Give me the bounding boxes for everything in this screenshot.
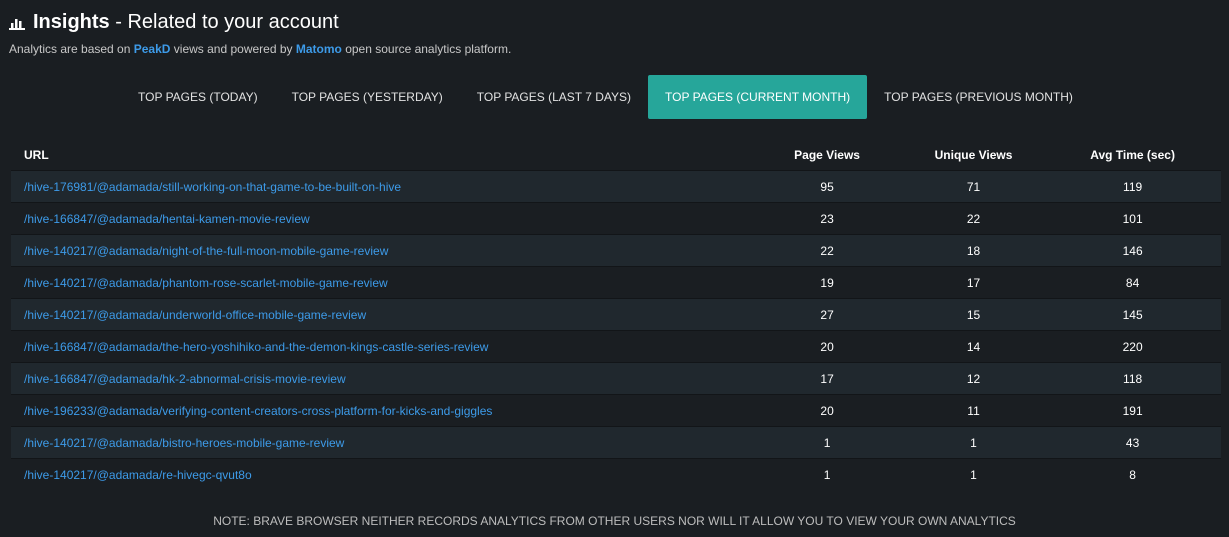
page-views-cell: 1 <box>751 426 903 459</box>
url-cell: /hive-166847/@adamada/the-hero-yoshihiko… <box>11 330 752 363</box>
page-url-link[interactable]: /hive-166847/@adamada/the-hero-yoshihiko… <box>24 340 488 354</box>
url-cell: /hive-140217/@adamada/underworld-office-… <box>11 298 752 331</box>
tab-top-pages-last-7-days[interactable]: TOP PAGES (LAST 7 DAYS) <box>460 75 648 119</box>
peakd-link[interactable]: PeakD <box>134 42 171 56</box>
unique-views-cell: 1 <box>902 426 1045 459</box>
url-cell: /hive-140217/@adamada/bistro-heroes-mobi… <box>11 426 752 459</box>
unique-views-cell: 71 <box>902 170 1045 203</box>
page-views-cell: 95 <box>751 170 903 203</box>
tab-top-pages-previous-month[interactable]: TOP PAGES (PREVIOUS MONTH) <box>867 75 1090 119</box>
avg-time-cell: 8 <box>1044 458 1221 490</box>
page-url-link[interactable]: /hive-166847/@adamada/hk-2-abnormal-cris… <box>24 372 346 386</box>
page-url-link[interactable]: /hive-140217/@adamada/underworld-office-… <box>24 308 366 322</box>
unique-views-cell: 15 <box>902 298 1045 331</box>
avg-time-cell: 101 <box>1044 202 1221 235</box>
avg-time-cell: 220 <box>1044 330 1221 363</box>
avg-time-cell: 119 <box>1044 170 1221 203</box>
page-header: Insights - Related to your account Analy… <box>9 9 511 56</box>
page-url-link[interactable]: /hive-140217/@adamada/phantom-rose-scarl… <box>24 276 388 290</box>
page-views-cell: 27 <box>751 298 903 331</box>
page-views-cell: 19 <box>751 266 903 299</box>
avg-time-column-header: Avg Time (sec) <box>1090 147 1175 162</box>
page-subtitle: Analytics are based on PeakD views and p… <box>9 42 512 56</box>
top-pages-table: URL Page Views Unique Views Avg Time (se… <box>11 139 1221 490</box>
unique-views-cell: 17 <box>902 266 1045 299</box>
page-views-cell: 20 <box>751 330 903 363</box>
table-row: /hive-140217/@adamada/night-of-the-full-… <box>11 234 1221 267</box>
table-row: /hive-140217/@adamada/re-hivegc-qvut8o 1 1… <box>11 458 1221 490</box>
page-url-link[interactable]: /hive-166847/@adamada/hentai-kamen-movie… <box>24 212 310 226</box>
table-row: /hive-166847/@adamada/hentai-kamen-movie… <box>11 202 1221 235</box>
page-views-cell: 17 <box>751 362 903 395</box>
avg-time-cell: 118 <box>1044 362 1221 395</box>
page-views-column-header: Page Views <box>794 147 860 162</box>
table-row: /hive-140217/@adamada/phantom-rose-scarl… <box>11 266 1221 299</box>
table-row: /hive-166847/@adamada/hk-2-abnormal-cris… <box>11 362 1221 395</box>
title-row: Insights - Related to your account <box>9 9 511 35</box>
page-url-link[interactable]: /hive-176981/@adamada/still-working-on-t… <box>24 180 401 194</box>
table-row: /hive-140217/@adamada/bistro-heroes-mobi… <box>11 426 1221 459</box>
avg-time-cell: 191 <box>1044 394 1221 427</box>
matomo-link[interactable]: Matomo <box>296 42 342 56</box>
url-cell: /hive-176981/@adamada/still-working-on-t… <box>11 170 752 203</box>
avg-time-cell: 84 <box>1044 266 1221 299</box>
table-row: /hive-166847/@adamada/the-hero-yoshihiko… <box>11 330 1221 363</box>
url-column-header: URL <box>24 147 49 162</box>
bar-chart-icon <box>9 19 25 30</box>
tab-top-pages-today[interactable]: TOP PAGES (TODAY) <box>121 75 275 119</box>
avg-time-cell: 146 <box>1044 234 1221 267</box>
unique-views-cell: 22 <box>902 202 1045 235</box>
page-views-cell: 20 <box>751 394 903 427</box>
page-title: Insights - Related to your account <box>33 10 339 33</box>
avg-time-cell: 43 <box>1044 426 1221 459</box>
unique-views-cell: 1 <box>902 458 1045 490</box>
brave-browser-note: NOTE: BRAVE BROWSER NEITHER RECORDS ANAL… <box>213 514 1016 528</box>
url-cell: /hive-166847/@adamada/hk-2-abnormal-cris… <box>11 362 752 395</box>
page-views-cell: 1 <box>751 458 903 490</box>
page-url-link[interactable]: /hive-140217/@adamada/re-hivegc-qvut8o <box>24 468 252 482</box>
tab-top-pages-current-month[interactable]: TOP PAGES (CURRENT MONTH) <box>648 75 868 119</box>
table-row: /hive-176981/@adamada/still-working-on-t… <box>11 170 1221 203</box>
url-cell: /hive-196233/@adamada/verifying-content-… <box>11 394 752 427</box>
unique-views-cell: 14 <box>902 330 1045 363</box>
page-views-cell: 22 <box>751 234 903 267</box>
page-url-link[interactable]: /hive-196233/@adamada/verifying-content-… <box>24 404 492 418</box>
url-cell: /hive-140217/@adamada/re-hivegc-qvut8o <box>11 458 752 490</box>
avg-time-cell: 145 <box>1044 298 1221 331</box>
table-row: /hive-196233/@adamada/verifying-content-… <box>11 394 1221 427</box>
url-cell: /hive-140217/@adamada/night-of-the-full-… <box>11 234 752 267</box>
table-header-row: URL Page Views Unique Views Avg Time (se… <box>11 139 1221 171</box>
page-url-link[interactable]: /hive-140217/@adamada/night-of-the-full-… <box>24 244 388 258</box>
unique-views-cell: 12 <box>902 362 1045 395</box>
unique-views-cell: 11 <box>902 394 1045 427</box>
unique-views-column-header: Unique Views <box>934 147 1013 162</box>
page-url-link[interactable]: /hive-140217/@adamada/bistro-heroes-mobi… <box>24 436 344 450</box>
unique-views-cell: 18 <box>902 234 1045 267</box>
tab-top-pages-yesterday[interactable]: TOP PAGES (YESTERDAY) <box>275 75 460 119</box>
period-tabs: TOP PAGES (TODAY) TOP PAGES (YESTERDAY) TO… <box>121 75 1090 119</box>
table-row: /hive-140217/@adamada/underworld-office-… <box>11 298 1221 331</box>
page-views-cell: 23 <box>751 202 903 235</box>
url-cell: /hive-166847/@adamada/hentai-kamen-movie… <box>11 202 752 235</box>
url-cell: /hive-140217/@adamada/phantom-rose-scarl… <box>11 266 752 299</box>
